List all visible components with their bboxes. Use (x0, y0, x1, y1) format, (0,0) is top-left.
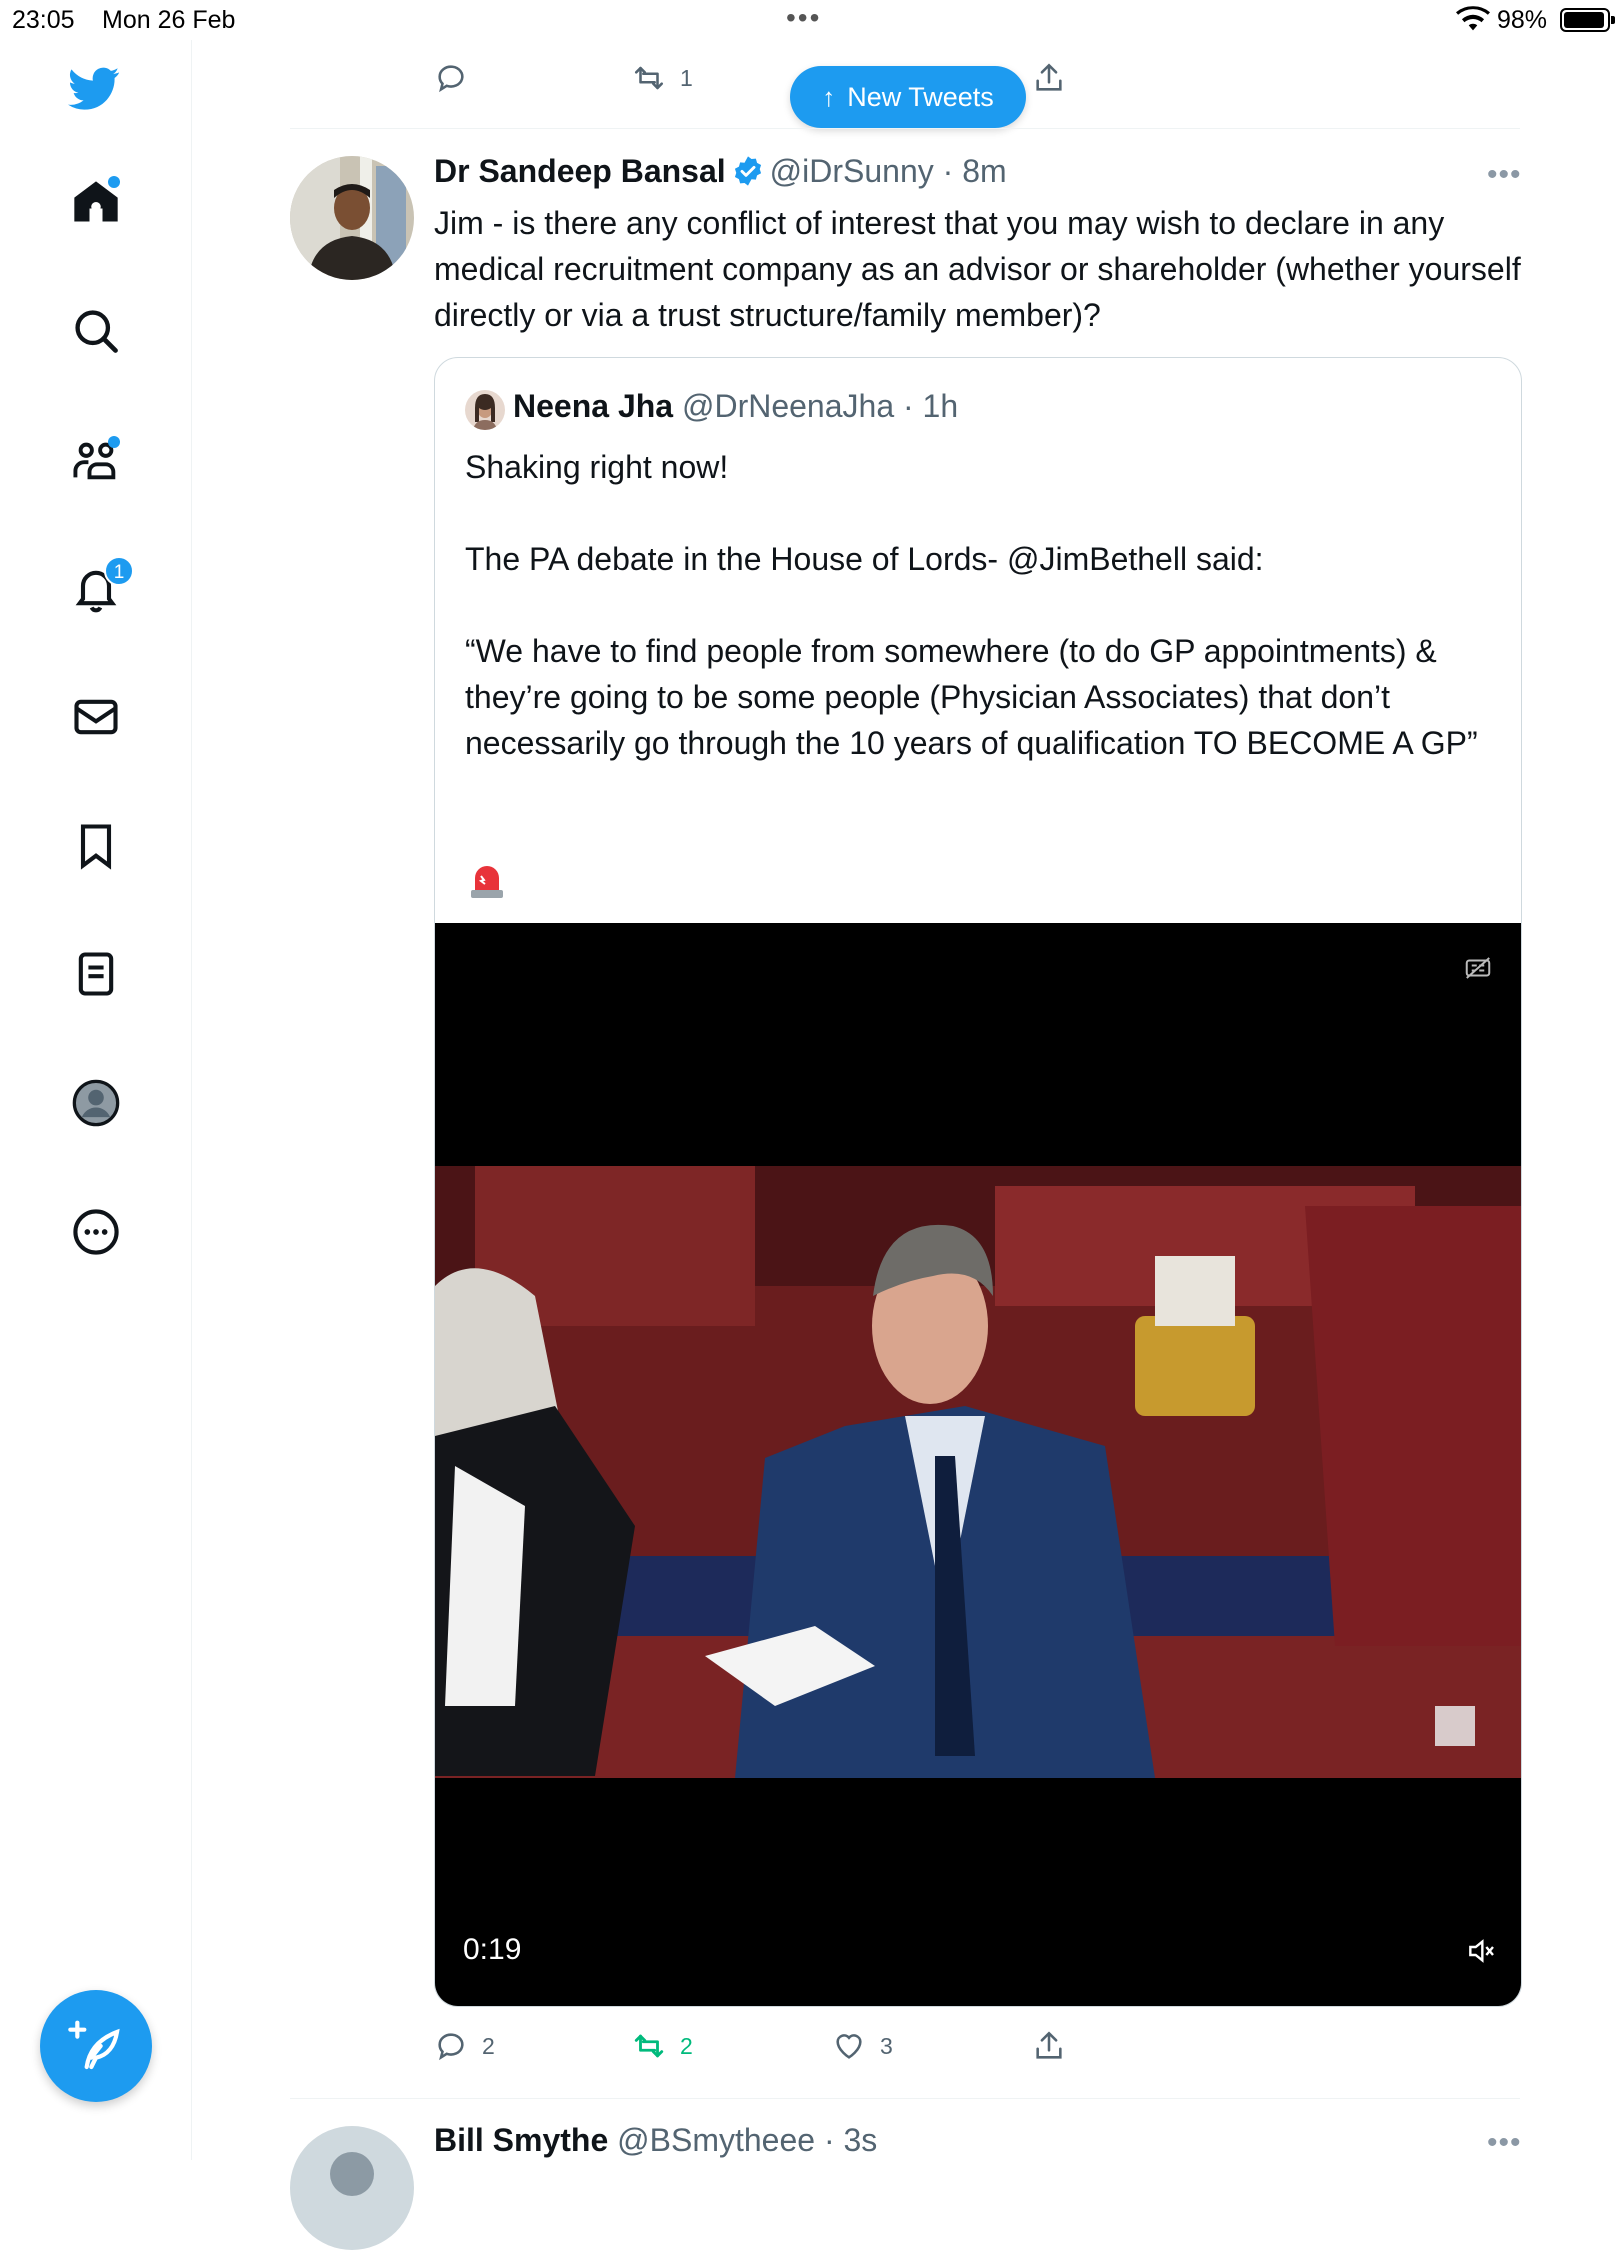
status-date: Mon 26 Feb (102, 6, 236, 34)
tweet-timestamp[interactable]: · 8m (943, 153, 1007, 189)
home-icon[interactable] (70, 176, 122, 228)
tweet-actions: 2 2 3 (434, 2026, 1134, 2070)
bookmarks-icon[interactable] (70, 820, 122, 872)
tweet-divider (290, 128, 1520, 129)
profile-icon[interactable] (70, 1077, 122, 1129)
twitter-logo-icon[interactable] (68, 62, 120, 114)
lists-icon[interactable] (70, 948, 122, 1000)
video-duration: 0:19 (463, 1933, 522, 1966)
avatar[interactable] (290, 2126, 414, 2250)
more-icon[interactable] (70, 1206, 122, 1258)
communities-unread-dot (108, 436, 120, 448)
retweet-button[interactable]: 2 (632, 2026, 693, 2066)
reply-icon (438, 2033, 464, 2061)
tweet-header: Dr Sandeep Bansal @iDrSunny · 8m (434, 153, 1007, 190)
tweet-text: Jim - is there any conflict of interest … (434, 205, 1521, 333)
author-handle[interactable]: @BSmytheee (617, 2122, 815, 2158)
like-button[interactable]: 3 (832, 2026, 893, 2066)
author-name[interactable]: Bill Smythe (434, 2122, 608, 2158)
video-player[interactable]: 0:19 (435, 923, 1521, 2006)
retweet-icon (634, 2034, 664, 2058)
battery-percent: 98% (1497, 6, 1548, 34)
muted-speaker-icon[interactable] (1465, 1935, 1497, 1967)
reply-icon (438, 65, 464, 93)
tweet-more-button[interactable]: ••• (1487, 158, 1522, 192)
rotating-light-emoji-icon (471, 866, 503, 898)
compose-tweet-icon (68, 2020, 120, 2070)
tweet-timestamp[interactable]: · 3s (824, 2122, 877, 2158)
quoted-author-name: Neena Jha (513, 388, 674, 424)
share-button[interactable] (1032, 58, 1066, 98)
search-icon[interactable] (70, 305, 122, 357)
compose-tweet-button[interactable] (40, 1990, 152, 2102)
share-icon (1036, 63, 1062, 91)
verified-badge-icon (734, 156, 761, 186)
multitasking-dots[interactable]: ••• (786, 2, 821, 34)
reply-count: 2 (482, 2032, 495, 2059)
heart-icon (836, 2034, 862, 2059)
share-button[interactable] (1032, 2026, 1066, 2066)
retweet-count: 1 (680, 64, 693, 91)
quoted-timestamp: · 1h (903, 388, 959, 424)
quoted-author-handle: @DrNeenaJha (681, 388, 895, 424)
like-count: 3 (880, 2032, 893, 2059)
tweet-header: Bill Smythe @BSmytheee · 3s (434, 2122, 877, 2159)
quoted-tweet[interactable]: Neena Jha @DrNeenaJha · 1h Shaking right… (434, 357, 1522, 2007)
share-icon (1036, 2031, 1062, 2059)
tweet-divider (290, 2098, 1520, 2099)
tweet-more-button[interactable]: ••• (1487, 2126, 1522, 2160)
quoted-avatar (465, 390, 505, 430)
retweet-button[interactable]: 1 (632, 58, 693, 98)
quoted-header: Neena Jha @DrNeenaJha · 1h (513, 388, 958, 425)
retweet-icon (634, 66, 664, 90)
status-bar: 23:05 Mon 26 Feb ••• 98% (0, 0, 1620, 40)
communities-icon[interactable] (70, 434, 122, 486)
avatar[interactable] (290, 156, 414, 280)
battery-icon (1560, 8, 1615, 32)
home-unread-dot (108, 176, 120, 188)
captions-off-icon[interactable] (1463, 953, 1493, 983)
notifications-badge: 1 (104, 556, 134, 586)
sidebar: 1 (0, 40, 192, 2160)
retweet-count: 2 (680, 2032, 693, 2059)
notifications-icon[interactable]: 1 (70, 556, 134, 614)
author-handle[interactable]: @iDrSunny (770, 153, 934, 189)
video-frame (435, 1166, 1521, 1778)
wifi-icon (1456, 6, 1490, 31)
status-time: 23:05 (12, 6, 75, 34)
messages-icon[interactable] (70, 691, 122, 743)
new-tweets-label: New Tweets (847, 81, 994, 112)
author-name[interactable]: Dr Sandeep Bansal (434, 153, 726, 189)
quoted-text: Shaking right now! The PA debate in the … (465, 449, 1478, 761)
reply-button[interactable] (434, 58, 468, 98)
reply-button[interactable]: 2 (434, 2026, 495, 2066)
arrow-up-icon: ↑ (822, 81, 836, 112)
new-tweets-button[interactable]: ↑ New Tweets (790, 66, 1026, 128)
